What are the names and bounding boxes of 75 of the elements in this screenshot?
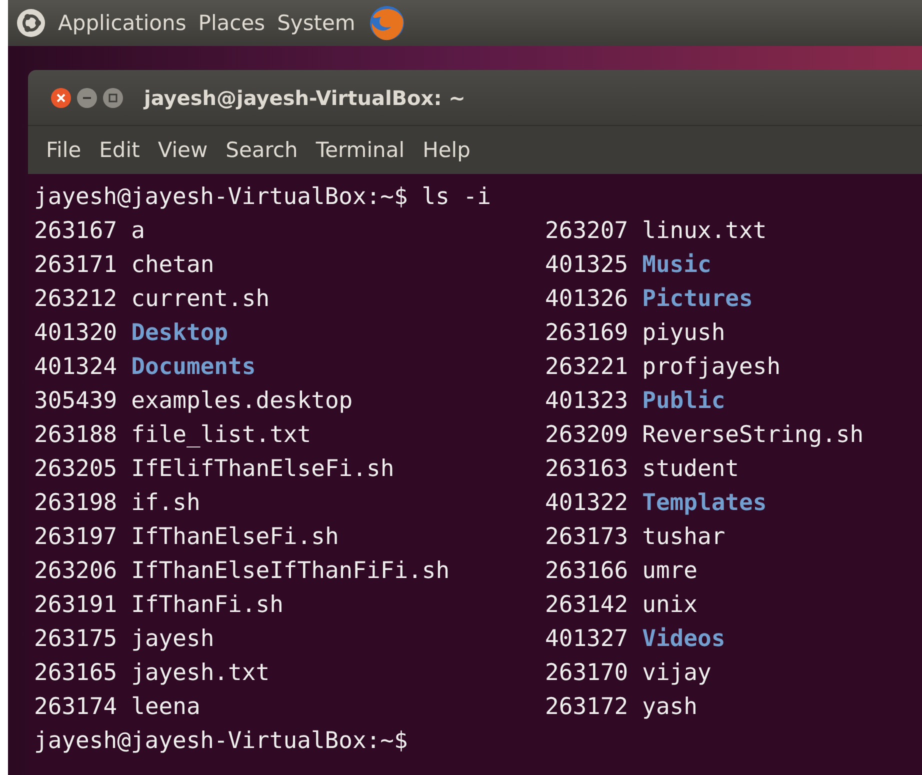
directory-name: Pictures — [642, 285, 753, 314]
directory-name: Music — [642, 251, 712, 280]
menu-item[interactable]: View — [158, 138, 208, 162]
inode-number: 401327 — [545, 625, 628, 654]
inode-number: 401324 — [34, 353, 118, 382]
file-name: IfElifThanElseFi.sh — [131, 455, 394, 484]
file-name: IfThanElseIfThanFiFi.sh — [131, 557, 450, 586]
menu-item[interactable]: Search — [226, 138, 298, 162]
file-name: jayesh.txt — [131, 659, 270, 688]
menu-item[interactable]: Edit — [99, 138, 140, 162]
inode-number: 263142 — [545, 591, 628, 620]
directory-name: Public — [642, 387, 726, 416]
file-name: chetan — [131, 251, 214, 280]
file-name: piyush — [642, 319, 726, 348]
file-name: unix — [642, 591, 698, 620]
file-name: IfThanElseFi.sh — [131, 523, 339, 552]
panel-menu[interactable]: Places — [198, 11, 266, 35]
inode-number: 263188 — [34, 421, 118, 450]
file-name: file_list.txt — [131, 421, 312, 450]
file-name: umre — [642, 557, 698, 586]
inode-number: 401326 — [545, 285, 628, 314]
file-name: a — [131, 217, 145, 246]
panel-menu[interactable]: System — [277, 11, 356, 35]
inode-number: 263221 — [545, 353, 628, 382]
window-title: jayesh@jayesh-VirtualBox: ~ — [144, 86, 466, 110]
inode-number: 263166 — [545, 557, 628, 586]
menu-item[interactable]: File — [46, 138, 82, 162]
inode-number: 401322 — [545, 489, 628, 518]
panel-menu[interactable]: Applications — [58, 11, 186, 35]
file-name: profjayesh — [642, 353, 781, 382]
inode-number: 263198 — [34, 489, 118, 518]
file-name: current.sh — [131, 285, 270, 314]
inode-number: 263170 — [545, 659, 628, 688]
circle-logo-icon[interactable] — [16, 8, 46, 38]
inode-number: 263167 — [34, 217, 118, 246]
inode-number: 263163 — [545, 455, 628, 484]
inode-number: 263207 — [545, 217, 628, 246]
menu-item[interactable]: Help — [422, 138, 470, 162]
file-name: yash — [642, 693, 698, 722]
menu-item[interactable]: Terminal — [316, 138, 405, 162]
file-name: jayesh — [131, 625, 214, 654]
inode-number: 263165 — [34, 659, 118, 688]
inode-number: 263172 — [545, 693, 628, 722]
inode-number: 263197 — [34, 523, 118, 552]
file-name: IfThanFi.sh — [131, 591, 284, 620]
directory-name: Documents — [131, 353, 256, 382]
inode-number: 305439 — [34, 387, 118, 416]
inode-number: 263174 — [34, 693, 118, 722]
inode-number: 401325 — [545, 251, 628, 280]
inode-number: 263171 — [34, 251, 118, 280]
inode-number: 401320 — [34, 319, 118, 348]
file-name: leena — [131, 693, 200, 722]
inode-number: 263175 — [34, 625, 118, 654]
file-name: student — [642, 455, 740, 484]
inode-number: 263169 — [545, 319, 628, 348]
file-name: ReverseString.sh — [642, 421, 864, 450]
inode-number: 401323 — [545, 387, 628, 416]
shell-prompt: jayesh@jayesh-VirtualBox:~$ — [34, 728, 408, 754]
file-name: tushar — [642, 523, 726, 552]
directory-name: Videos — [642, 625, 726, 654]
maximize-icon[interactable] — [102, 86, 124, 108]
inode-number: 263212 — [34, 285, 118, 314]
file-name: if.sh — [131, 489, 200, 518]
file-name: linux.txt — [642, 217, 767, 246]
directory-name: Desktop — [131, 319, 228, 348]
inode-number: 263191 — [34, 591, 118, 620]
inode-number: 263209 — [545, 421, 628, 450]
inode-number: 263206 — [34, 557, 118, 586]
directory-name: Templates — [642, 489, 767, 518]
close-icon[interactable] — [50, 86, 72, 108]
file-name: vijay — [642, 659, 712, 688]
inode-number: 263205 — [34, 455, 118, 484]
inode-number: 263173 — [545, 523, 628, 552]
file-name: examples.desktop — [131, 387, 353, 416]
command-line: jayesh@jayesh-VirtualBox:~$ ls -i — [34, 184, 491, 210]
